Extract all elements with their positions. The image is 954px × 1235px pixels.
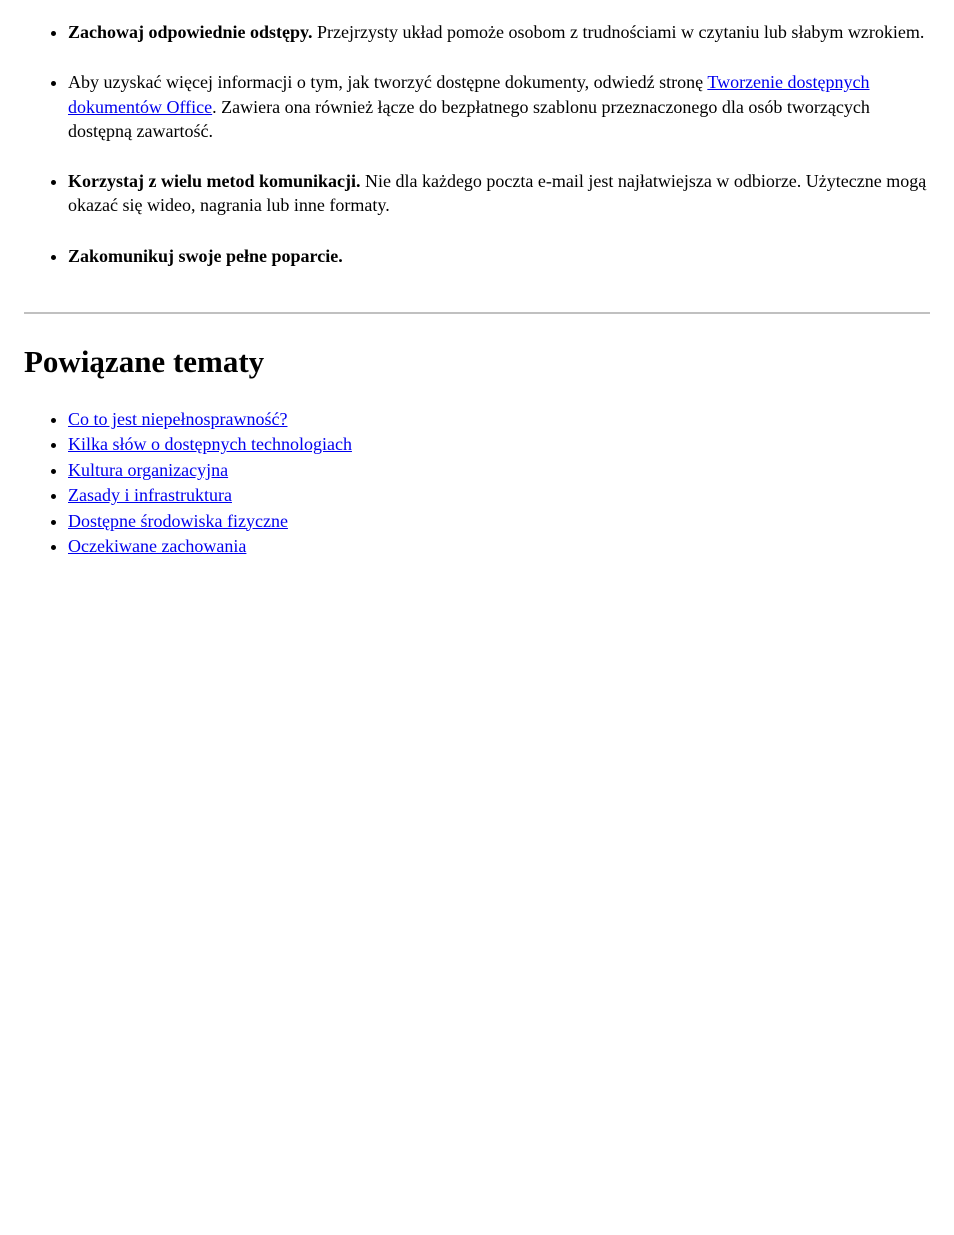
list-item: Korzystaj z wielu metod komunikacji. Nie… <box>68 169 930 218</box>
list-item: Aby uzyskać więcej informacji o tym, jak… <box>68 70 930 143</box>
related-link[interactable]: Zasady i infrastruktura <box>68 485 232 505</box>
related-link[interactable]: Kilka słów o dostępnych technologiach <box>68 434 352 454</box>
related-links-list: Co to jest niepełnosprawność? Kilka słów… <box>24 408 930 558</box>
item-bold: Zakomunikuj swoje pełne poparcie. <box>68 246 343 266</box>
item-bold: Zachowaj odpowiednie odstępy. <box>68 22 313 42</box>
related-link[interactable]: Kultura organizacyjna <box>68 460 228 480</box>
related-link-item: Co to jest niepełnosprawność? <box>68 408 930 431</box>
related-link[interactable]: Dostępne środowiska fizyczne <box>68 511 288 531</box>
related-link-item: Zasady i infrastruktura <box>68 484 930 507</box>
section-heading: Powiązane tematy <box>24 344 930 380</box>
related-link-item: Oczekiwane zachowania <box>68 535 930 558</box>
related-link[interactable]: Oczekiwane zachowania <box>68 536 246 556</box>
item-prefix: Aby uzyskać więcej informacji o tym, jak… <box>68 72 707 92</box>
content-list: Zachowaj odpowiednie odstępy. Przejrzyst… <box>24 20 930 268</box>
list-item: Zachowaj odpowiednie odstępy. Przejrzyst… <box>68 20 930 44</box>
related-link-item: Kilka słów o dostępnych technologiach <box>68 433 930 456</box>
related-link[interactable]: Co to jest niepełnosprawność? <box>68 409 287 429</box>
related-link-item: Kultura organizacyjna <box>68 459 930 482</box>
related-link-item: Dostępne środowiska fizyczne <box>68 510 930 533</box>
item-tail: Przejrzysty układ pomoże osobom z trudno… <box>313 22 925 42</box>
item-bold: Korzystaj z wielu metod komunikacji. <box>68 171 360 191</box>
divider <box>24 312 930 314</box>
list-item: Zakomunikuj swoje pełne poparcie. <box>68 244 930 268</box>
